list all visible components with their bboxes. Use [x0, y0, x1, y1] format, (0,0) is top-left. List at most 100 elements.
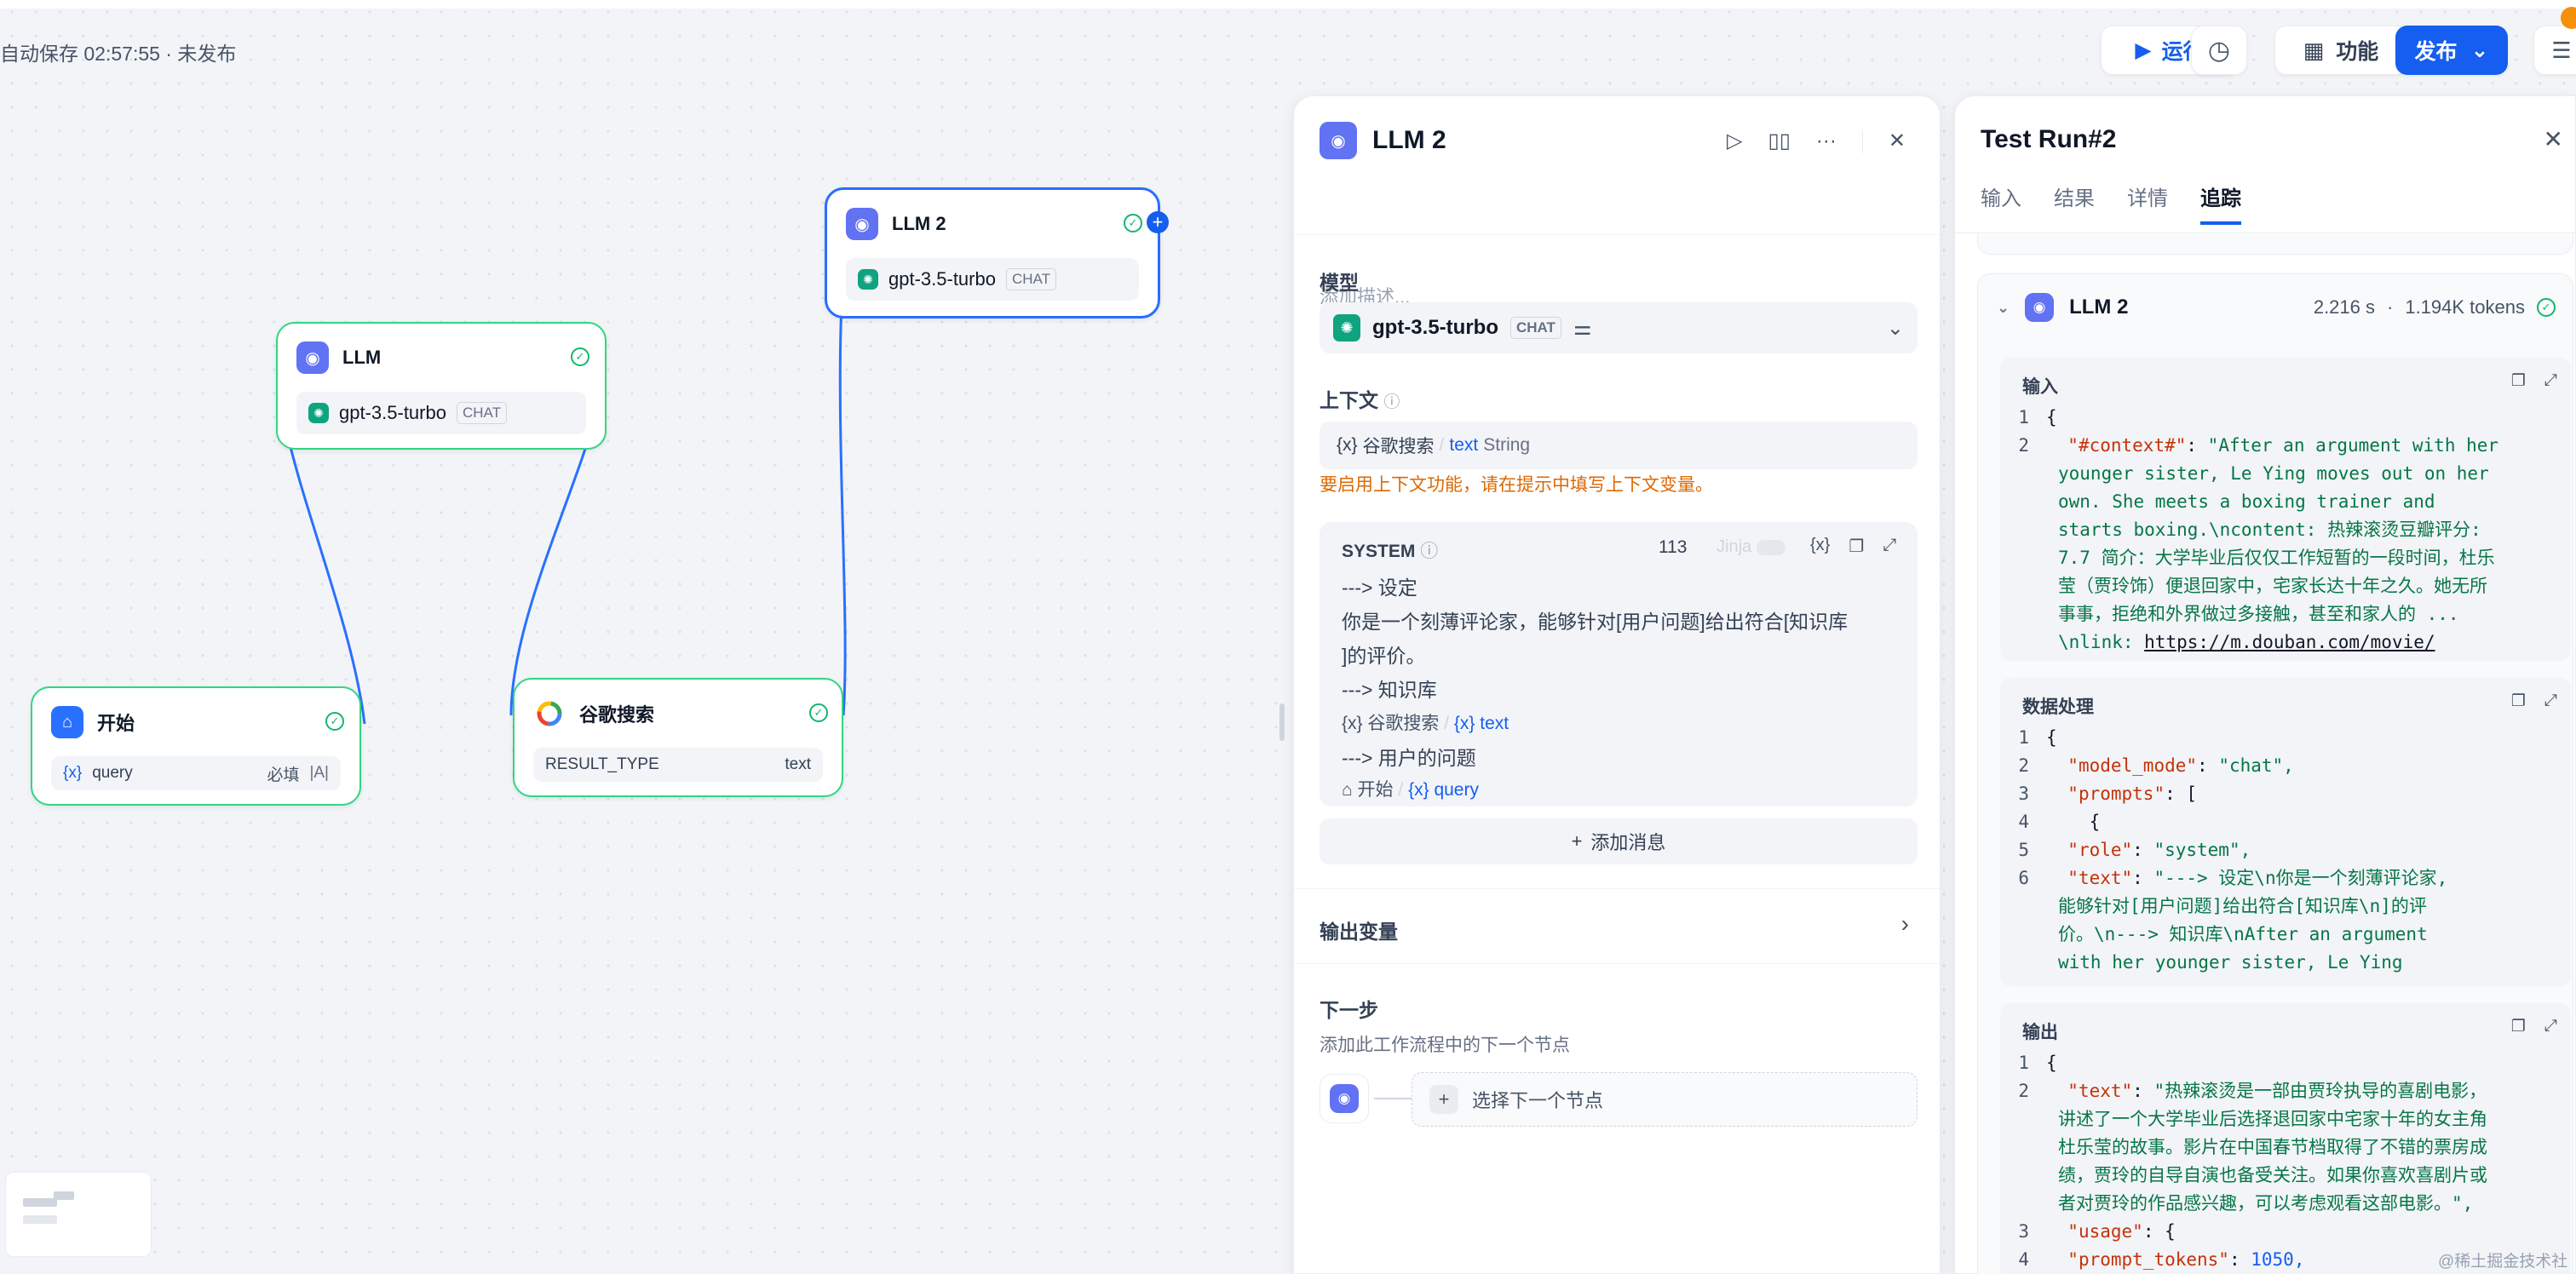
llm-icon: ◉	[296, 341, 329, 374]
output-code-block: 输出 ❐ ⤢ 1{2 "text": "热辣滚烫是一部由贾玲执导的喜剧电影， 讲述了…	[2000, 1003, 2571, 1274]
context-selector[interactable]: {x} 谷歌搜索 / text String	[1320, 422, 1918, 469]
help-book-icon[interactable]: ▯▯	[1768, 129, 1790, 153]
model-mode-tag: CHAT	[456, 402, 507, 424]
publish-label: 发布	[2414, 40, 2458, 64]
chevron-down-icon: ⌄	[1997, 298, 2010, 316]
top-strip	[0, 0, 2576, 9]
panel-title: LLM 2	[1372, 126, 1446, 154]
code-line: 能够针对[用户问题]给出符合[知识库\n]的评	[2058, 896, 2427, 916]
tab-trace[interactable]: 追踪	[2200, 181, 2241, 225]
start-variable: {x} query 必填 |A|	[51, 756, 341, 790]
variable-icon: {x}	[1337, 435, 1358, 455]
test-run-panel: Test Run#2 ✕ 输入 结果 详情 追踪 ⌄ ◉ LLM 2 2.216…	[1954, 95, 2576, 1274]
success-check-icon: ✓	[809, 703, 828, 722]
code-line: 莹（贾玲饰）便退回家中，宅家长达十年之久。她无所	[2058, 576, 2487, 596]
help-icon: ⓘ	[1383, 393, 1400, 411]
node-model: ✺ gpt-3.5-turbo CHAT	[846, 258, 1139, 301]
next-step-label: 下一步	[1320, 999, 1378, 1021]
prompt-variable: {x} 谷歌搜索 / {x} text	[1342, 714, 1509, 733]
code-line: 3 "prompts": [	[2018, 783, 2198, 804]
more-icon[interactable]: ···	[1816, 129, 1837, 153]
copy-icon[interactable]: ❐	[2511, 1017, 2526, 1036]
trace-time: 2.216 s	[2313, 296, 2375, 318]
code-line: own. She meets a boxing trainer and	[2058, 491, 2435, 512]
model-label: 模型	[1320, 272, 1359, 294]
google-icon	[533, 697, 566, 730]
node-google-search[interactable]: 谷歌搜索 ✓ RESULT_TYPE text	[513, 678, 843, 797]
watermark: @稀土掘金技术社区	[2438, 1253, 2568, 1271]
variable-name: query	[92, 764, 133, 782]
node-start[interactable]: ⌂ 开始 ✓ {x} query 必填 |A|	[31, 686, 361, 806]
openai-icon: ✺	[1333, 314, 1360, 341]
close-icon[interactable]: ✕	[1889, 129, 1906, 153]
jinja-toggle[interactable]: Jinja	[1716, 537, 1785, 557]
plus-icon: +	[1571, 830, 1583, 852]
context-type: String	[1483, 435, 1531, 455]
code-line: with her younger sister, Le Ying	[2058, 952, 2403, 973]
tab-input[interactable]: 输入	[1981, 181, 2021, 225]
prompt-line: 你是一个刻薄评论家，能够针对[用户问题]给出符合[知识库	[1342, 611, 1849, 633]
node-config-panel: ◉ LLM 2 ▷ ▯▯ ··· ✕ 添加描述... 模型 ✺ gpt-3.5-…	[1293, 95, 1941, 1274]
system-prompt-box[interactable]: SYSTEM ⓘ 113 Jinja {x} ❐ ⤢ ---> 设定 你是一个刻…	[1320, 522, 1918, 806]
expand-icon[interactable]: ⤢	[1883, 536, 1896, 557]
model-settings-icon[interactable]: ⚌	[1573, 316, 1592, 341]
trace-node-name: LLM 2	[2069, 296, 2129, 318]
checklist-button[interactable]: ☰	[2533, 26, 2576, 75]
node-llm2[interactable]: ◉ LLM 2 ✓ ✺ gpt-3.5-turbo CHAT	[825, 187, 1160, 318]
copy-icon[interactable]: ❐	[1849, 536, 1864, 557]
panel-resize-handle[interactable]	[1279, 703, 1285, 741]
autosave-status: 自动保存 02:57:55 · 未发布	[0, 43, 237, 65]
history-button[interactable]: ◷	[2191, 26, 2247, 75]
code-line: 5 "role": "system",	[2018, 840, 2251, 860]
publish-button[interactable]: 发布 ⌄	[2395, 26, 2508, 75]
home-icon: ⌂	[51, 706, 83, 738]
chevron-down-icon: ⌄	[1886, 316, 1904, 340]
code-line: 讲述了一个大学毕业后选择退回家中宅家十年的女主角	[2058, 1109, 2487, 1129]
trace-node-head[interactable]: ⌄ ◉ LLM 2	[1997, 293, 2128, 322]
context-node: 谷歌搜索	[1362, 437, 1435, 456]
model-selector[interactable]: ✺ gpt-3.5-turbo CHAT ⚌ ⌄	[1320, 302, 1918, 353]
add-message-button[interactable]: + 添加消息	[1320, 818, 1918, 864]
node-llm[interactable]: ◉ LLM ✓ ✺ gpt-3.5-turbo CHAT	[276, 322, 607, 450]
success-check-icon: ✓	[325, 712, 344, 731]
run-node-icon[interactable]: ▷	[1727, 129, 1742, 153]
expand-icon[interactable]: ⤢	[2544, 692, 2557, 711]
token-count: 113	[1659, 537, 1688, 557]
close-icon[interactable]: ✕	[2544, 125, 2563, 153]
features-button[interactable]: ▦ 功能	[2274, 26, 2407, 75]
system-label: SYSTEM ⓘ	[1342, 542, 1439, 561]
prompt-line: ---> 设定	[1342, 577, 1417, 599]
minimap[interactable]	[5, 1172, 152, 1257]
current-node-icon: ◉	[1320, 1074, 1369, 1123]
insert-variable-icon[interactable]: {x}	[1810, 536, 1830, 557]
tab-result[interactable]: 结果	[2054, 181, 2095, 225]
code-line: 1{	[2018, 407, 2057, 428]
code-line: 绩，贾玲的自导自演也备受关注。如果你喜欢喜剧片或	[2058, 1165, 2487, 1185]
model-name: gpt-3.5-turbo	[339, 402, 446, 423]
node-model: ✺ gpt-3.5-turbo CHAT	[296, 392, 586, 434]
home-icon: ⌂	[1342, 780, 1353, 800]
context-var: text	[1449, 435, 1479, 455]
code-line: 4 {	[2018, 812, 2101, 832]
code-line: 2 "text": "热辣滚烫是一部由贾玲执导的喜剧电影，	[2018, 1081, 2487, 1101]
separator: ·	[2387, 296, 2394, 318]
select-next-node[interactable]: + 选择下一个节点	[1412, 1072, 1918, 1127]
add-node-plus-icon[interactable]: +	[1147, 211, 1169, 233]
input-label: 输入	[2022, 377, 2058, 397]
text-type-icon: |A|	[309, 764, 329, 782]
expand-icon[interactable]: ⤢	[2544, 371, 2557, 391]
run-title: Test Run#2	[1981, 125, 2117, 153]
trace-node-card: ⌄ ◉ LLM 2 2.216 s · 1.194K tokens ✓ 输入 ❐…	[1977, 273, 2573, 1274]
copy-icon[interactable]: ❐	[2511, 371, 2526, 391]
success-check-icon: ✓	[2537, 298, 2556, 317]
param-name: RESULT_TYPE	[545, 755, 659, 773]
copy-icon[interactable]: ❐	[2511, 692, 2526, 711]
output-vars-label[interactable]: 输出变量	[1320, 915, 1398, 944]
expand-icon[interactable]: ⤢	[2544, 1017, 2557, 1036]
select-next-label: 选择下一个节点	[1472, 1090, 1604, 1111]
model-name: gpt-3.5-turbo	[1372, 316, 1498, 339]
llm-icon: ◉	[846, 208, 878, 240]
chevron-right-icon[interactable]: ›	[1901, 910, 1909, 938]
checklist-icon: ☰	[2551, 37, 2572, 63]
tab-detail[interactable]: 详情	[2127, 181, 2168, 225]
